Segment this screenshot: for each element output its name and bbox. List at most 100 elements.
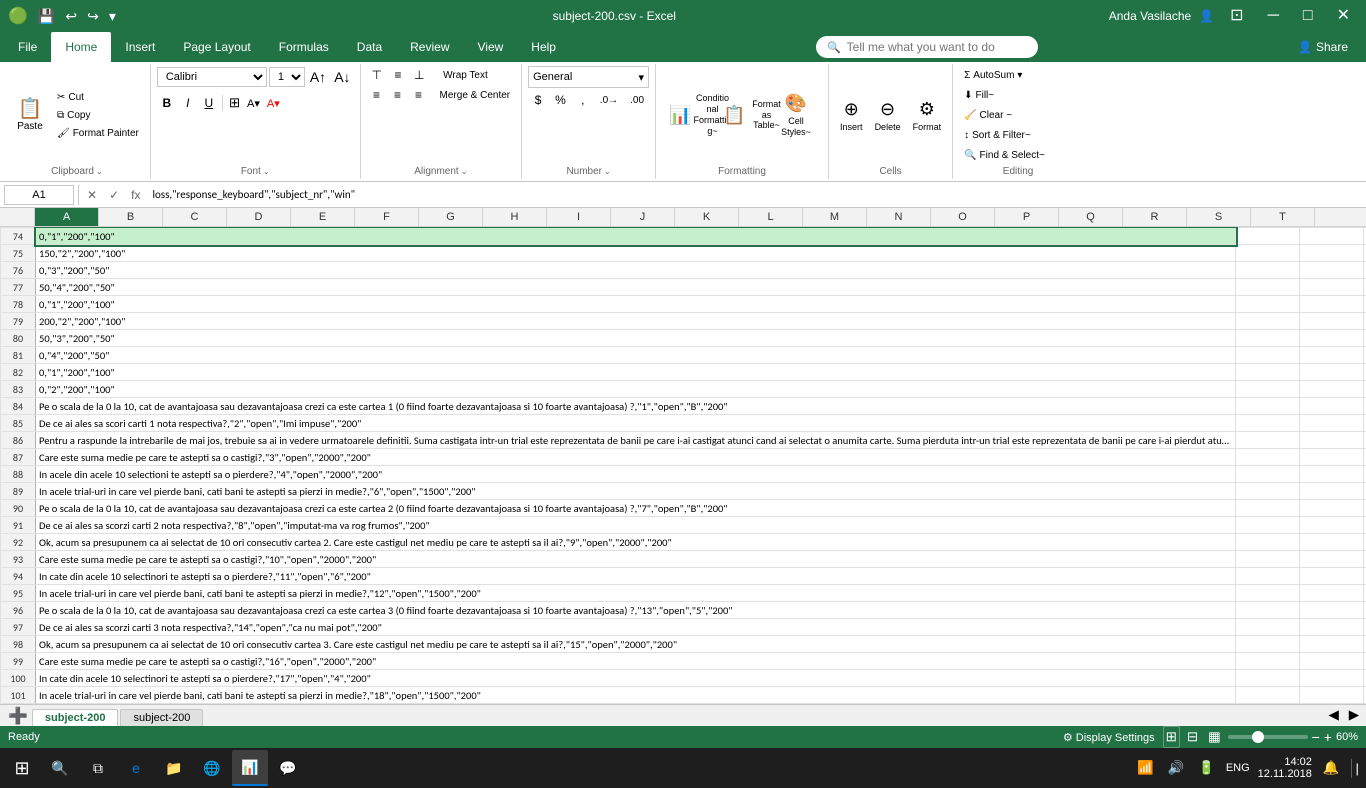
col-header-M[interactable]: M [803, 208, 867, 226]
find-select-button[interactable]: 🔍 Find & Select~ [959, 146, 1077, 164]
wrap-text-button[interactable]: Wrap Text [435, 66, 495, 84]
cell-data[interactable]: 200,"2","200","100" [36, 313, 1236, 330]
cell-empty[interactable] [1236, 313, 1300, 330]
cell-empty[interactable] [1236, 568, 1300, 585]
col-header-B[interactable]: B [99, 208, 163, 226]
tab-insert[interactable]: Insert [111, 32, 169, 62]
restore-window-button[interactable]: ⊡ [1222, 6, 1251, 26]
battery-icon[interactable]: 🔋 [1195, 757, 1218, 779]
maximize-button[interactable]: □ [1295, 6, 1321, 26]
bold-button[interactable]: B [157, 94, 177, 112]
minimize-button[interactable]: ─ [1260, 6, 1287, 26]
scroll-left-button[interactable]: ◀ [1326, 704, 1342, 726]
col-header-T[interactable]: T [1251, 208, 1315, 226]
tab-data[interactable]: Data [343, 32, 396, 62]
decrease-decimal-button[interactable]: .0→ [595, 91, 623, 109]
cell-empty[interactable] [1236, 398, 1300, 415]
cell-data[interactable]: Ok, acum sa presupunem ca ai selectat de… [36, 534, 1236, 551]
redo-qa-button[interactable]: ↪ [83, 6, 103, 27]
cell-empty[interactable] [1236, 228, 1300, 245]
cell-data[interactable]: Pe o scala de la 0 la 10, cat de avantaj… [36, 602, 1236, 619]
cell-empty[interactable] [1236, 466, 1300, 483]
cell-empty[interactable] [1300, 585, 1364, 602]
col-header-N[interactable]: N [867, 208, 931, 226]
notification-button[interactable]: 🔔 [1320, 757, 1343, 779]
sheet-tab-subject200[interactable]: subject-200 [32, 709, 119, 726]
cell-empty[interactable] [1300, 449, 1364, 466]
excel-taskbar-button[interactable]: 📊 [232, 750, 268, 786]
align-right-button[interactable]: ≡ [409, 86, 429, 104]
cell-data[interactable]: 0,"1","200","100" [36, 364, 1236, 381]
increase-font-size-button[interactable]: A↑ [307, 66, 329, 88]
font-size-select[interactable]: 11 [269, 67, 305, 87]
cell-empty[interactable] [1300, 296, 1364, 313]
cell-data[interactable]: 50,"4","200","50" [36, 279, 1236, 296]
cell-data[interactable]: In cate din acele 10 selectinori te aste… [36, 670, 1236, 687]
tab-help[interactable]: Help [517, 32, 570, 62]
cell-empty[interactable] [1300, 568, 1364, 585]
col-header-H[interactable]: H [483, 208, 547, 226]
delete-button[interactable]: ⊖ Delete [870, 87, 906, 143]
cell-data[interactable]: Care este suma medie pe care te astepti … [36, 551, 1236, 568]
cell-empty[interactable] [1236, 585, 1300, 602]
borders-button[interactable]: ⊞ [226, 92, 243, 114]
cell-empty[interactable] [1236, 432, 1300, 449]
accounting-button[interactable]: $ [528, 91, 548, 109]
merge-center-button[interactable]: Merge & Center [435, 86, 516, 104]
alignment-expand-icon[interactable]: ⌄ [461, 167, 468, 176]
col-header-K[interactable]: K [675, 208, 739, 226]
cell-data[interactable]: In acele din acele 10 selectioni te aste… [36, 466, 1236, 483]
format-as-table-button[interactable]: 📋 Format as Table~ [716, 87, 768, 143]
cell-empty[interactable] [1236, 687, 1300, 704]
cell-empty[interactable] [1236, 704, 1300, 705]
start-button[interactable]: ⊞ [4, 750, 40, 786]
cell-empty[interactable] [1300, 517, 1364, 534]
display-settings-button[interactable]: ⚙ Display Settings [1063, 731, 1155, 744]
cell-empty[interactable] [1236, 364, 1300, 381]
cell-empty[interactable] [1236, 381, 1300, 398]
tab-formulas[interactable]: Formulas [265, 32, 343, 62]
cell-empty[interactable] [1236, 262, 1300, 279]
cell-empty[interactable] [1300, 687, 1364, 704]
col-header-D[interactable]: D [227, 208, 291, 226]
col-header-E[interactable]: E [291, 208, 355, 226]
number-expand-icon[interactable]: ⌄ [604, 167, 611, 176]
cell-empty[interactable] [1300, 313, 1364, 330]
comma-button[interactable]: , [573, 91, 593, 109]
cancel-formula-button[interactable]: ✕ [83, 186, 101, 204]
cell-empty[interactable] [1236, 449, 1300, 466]
cell-empty[interactable] [1300, 466, 1364, 483]
cell-data[interactable]: Pe o scala de la 0 la 10, cat de avantaj… [36, 704, 1236, 705]
cell-empty[interactable] [1236, 500, 1300, 517]
share-button[interactable]: 👤 Share [1284, 32, 1362, 62]
fill-color-button[interactable]: A▾ [244, 94, 263, 113]
insert-function-button[interactable]: fx [127, 186, 144, 204]
cell-empty[interactable] [1300, 381, 1364, 398]
cell-empty[interactable] [1300, 483, 1364, 500]
cell-empty[interactable] [1236, 483, 1300, 500]
cell-data[interactable]: De ce ai ales sa scorzi carti 3 nota res… [36, 619, 1236, 636]
cell-empty[interactable] [1300, 245, 1364, 262]
cell-data[interactable]: 50,"3","200","50" [36, 330, 1236, 347]
cell-empty[interactable] [1300, 602, 1364, 619]
cell-empty[interactable] [1236, 670, 1300, 687]
col-header-R[interactable]: R [1123, 208, 1187, 226]
tab-review[interactable]: Review [396, 32, 463, 62]
font-color-button[interactable]: A▾ [264, 94, 283, 113]
confirm-formula-button[interactable]: ✓ [105, 186, 123, 204]
page-layout-view-button[interactable]: ⊟ [1184, 726, 1201, 748]
cell-data[interactable]: Care este suma medie pe care te astepti … [36, 449, 1236, 466]
add-sheet-button[interactable]: ➕ [4, 706, 32, 726]
cell-data[interactable]: 0,"3","200","50" [36, 262, 1236, 279]
decrease-font-size-button[interactable]: A↓ [331, 66, 353, 88]
font-name-select[interactable]: Calibri [157, 67, 267, 87]
cell-empty[interactable] [1300, 619, 1364, 636]
col-header-S[interactable]: S [1187, 208, 1251, 226]
col-header-J[interactable]: J [611, 208, 675, 226]
fill-button[interactable]: ⬇ Fill~ [959, 86, 1077, 104]
col-header-O[interactable]: O [931, 208, 995, 226]
scroll-right-button[interactable]: ▶ [1346, 704, 1362, 726]
cell-data[interactable]: In acele trial-uri in care vel pierde ba… [36, 585, 1236, 602]
tell-me-input[interactable] [847, 40, 1027, 54]
cell-data[interactable]: Care este suma medie pe care te astepti … [36, 653, 1236, 670]
